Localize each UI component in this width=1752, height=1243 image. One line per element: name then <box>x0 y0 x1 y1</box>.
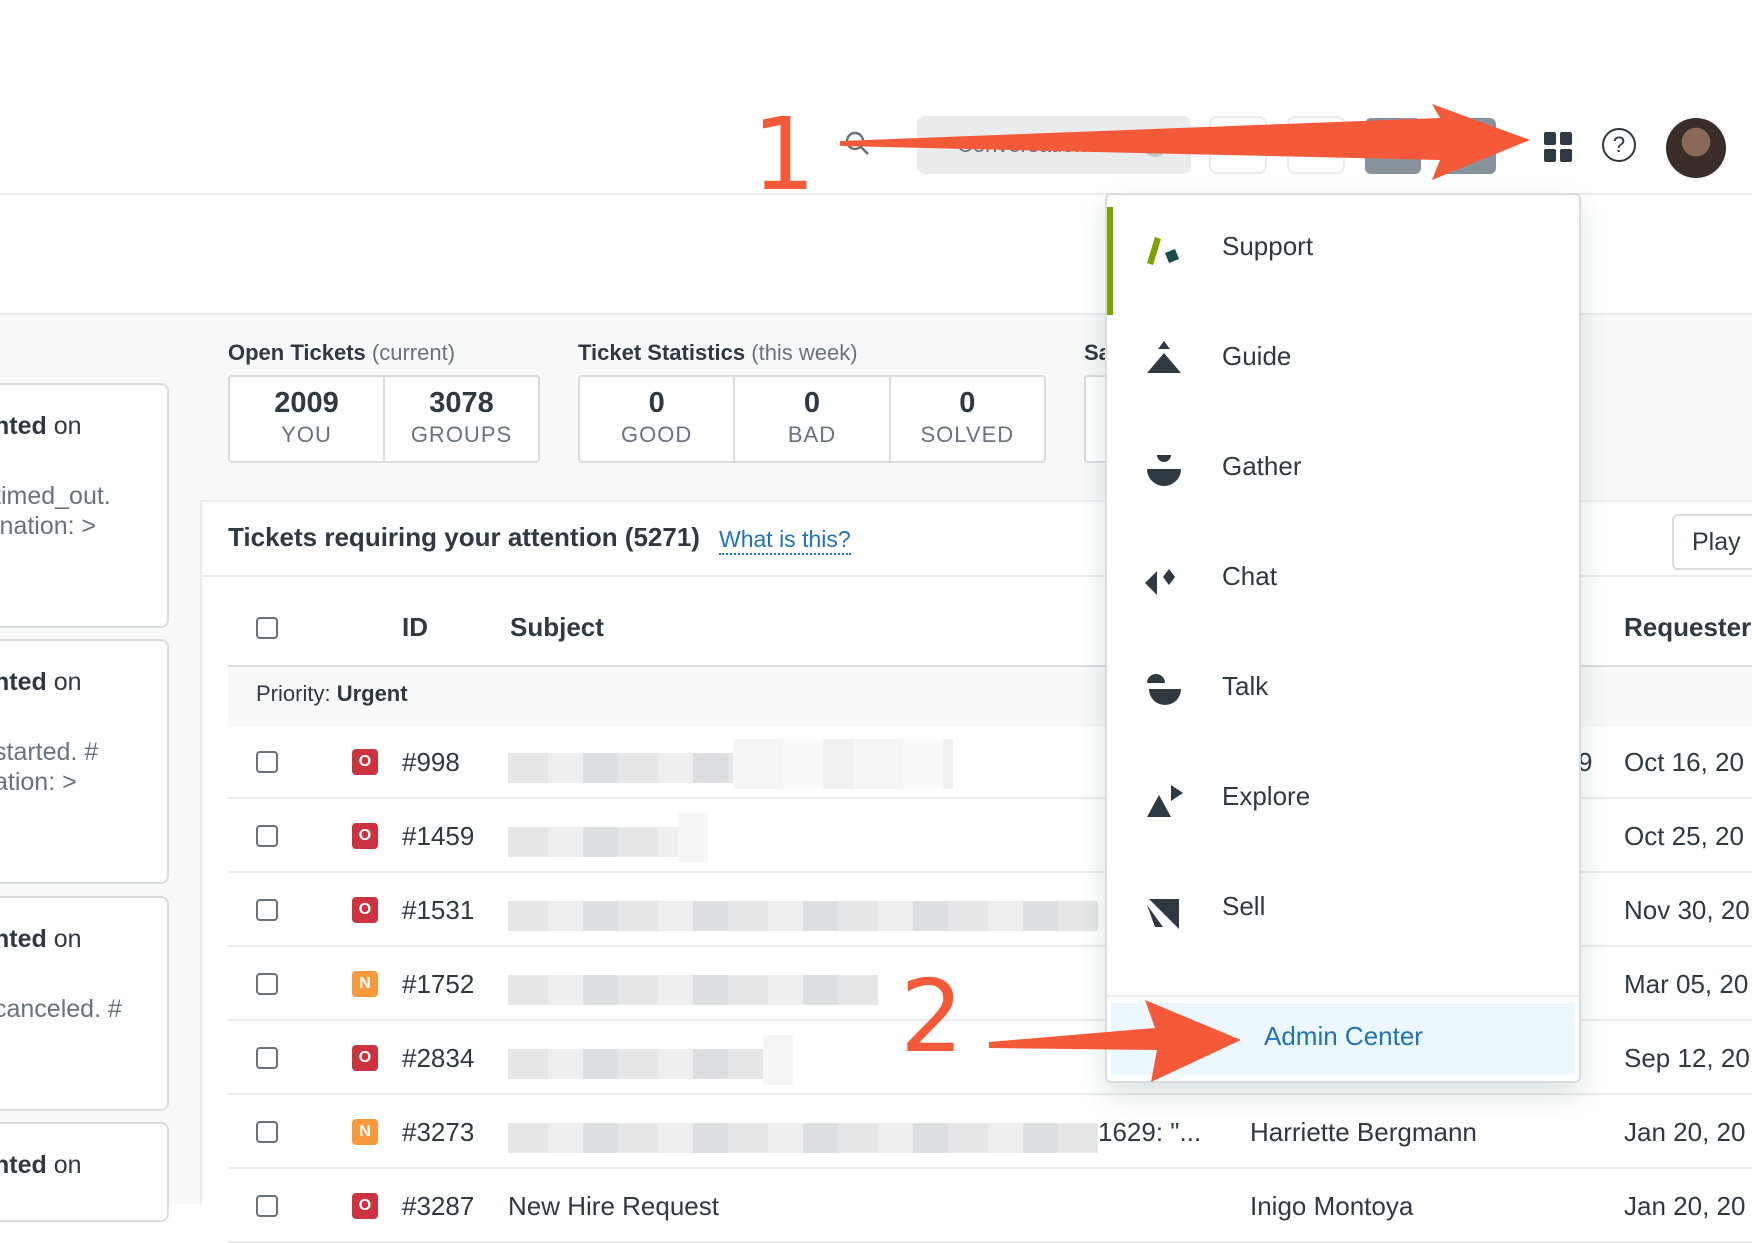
redacted-subject <box>508 901 1098 931</box>
row-checkbox[interactable] <box>256 1121 278 1143</box>
stat-good[interactable]: 0 GOOD <box>580 377 736 461</box>
ticket-statistics-title: Ticket Statistics (this week) <box>578 340 858 365</box>
ticket-extra: 1629: "... <box>1098 1117 1202 1147</box>
attention-title: Tickets requiring your attention (5271) <box>228 522 700 552</box>
product-tray-icon[interactable] <box>1544 132 1574 162</box>
explore-icon <box>1147 785 1183 817</box>
ticket-requester[interactable]: Inigo Montoya <box>1250 1191 1413 1222</box>
status-badge: O <box>352 1193 378 1219</box>
ticket-id[interactable]: #1531 <box>402 895 474 926</box>
open-tickets-title: Open Tickets (current) <box>228 340 456 365</box>
menu-item-sell[interactable]: Sell <box>1107 855 1579 965</box>
annotation-arrow-1 <box>840 104 1530 180</box>
ticket-date: Jan 20, 20 <box>1624 1191 1746 1221</box>
activity-card[interactable]: nted on canceled. # <box>0 896 169 1111</box>
annotation-step-2: 2 <box>900 958 964 1075</box>
menu-item-guide[interactable]: Guide <box>1107 305 1579 415</box>
ticket-date: Oct 25, 20 <box>1624 821 1744 851</box>
avatar[interactable] <box>1666 118 1726 178</box>
ticket-statistics-box: 0 GOOD 0 BAD 0 SOLVED <box>578 375 1046 463</box>
open-tickets-box: 2009 YOU 3078 GROUPS <box>228 375 540 463</box>
annotation-step-1: 1 <box>752 96 816 213</box>
menu-item-talk[interactable]: Talk <box>1107 635 1579 745</box>
redacted-subject <box>508 827 678 857</box>
ticket-requester[interactable]: Harriette Bergmann <box>1250 1117 1477 1148</box>
redacted-subject <box>508 753 733 783</box>
row-divider <box>228 1093 1752 1095</box>
row-divider <box>228 1167 1752 1169</box>
status-badge: O <box>352 1045 378 1071</box>
support-icon <box>1147 237 1179 265</box>
help-icon[interactable]: ? <box>1602 128 1636 162</box>
status-badge: O <box>352 749 378 775</box>
ticket-subject[interactable]: New Hire Request <box>508 1191 719 1222</box>
redacted-subject <box>508 1123 1098 1153</box>
redacted-subject <box>733 739 953 789</box>
ticket-id[interactable]: #998 <box>402 747 460 778</box>
row-checkbox[interactable] <box>256 1195 278 1217</box>
activity-card[interactable]: nted on timed_out. ination: > <box>0 383 169 628</box>
talk-icon <box>1147 674 1181 705</box>
status-badge: O <box>352 897 378 923</box>
priority-group-label: Priority: Urgent <box>256 681 408 706</box>
ticket-date: Oct 16, 20 <box>1624 747 1744 777</box>
product-menu: Support Guide Gather Chat Talk Explore S… <box>1105 193 1581 1083</box>
ticket-date: Nov 30, 20 <box>1624 895 1750 925</box>
ticket-id[interactable]: #2834 <box>402 1043 474 1074</box>
stat-you[interactable]: 2009 YOU <box>230 377 385 461</box>
column-header-subject[interactable]: Subject <box>510 612 604 643</box>
redacted-subject <box>508 1049 763 1079</box>
play-button[interactable]: Play <box>1672 514 1752 570</box>
ticket-id[interactable]: #1752 <box>402 969 474 1000</box>
guide-icon <box>1147 341 1181 373</box>
annotation-arrow-2 <box>989 1000 1241 1082</box>
redacted-subject <box>678 813 708 863</box>
ticket-date: Jan 20, 20 <box>1624 1117 1746 1147</box>
stat-solved[interactable]: 0 SOLVED <box>891 377 1044 461</box>
status-badge: O <box>352 823 378 849</box>
what-is-this-link[interactable]: What is this? <box>719 526 851 555</box>
redacted-subject <box>763 1035 793 1085</box>
row-checkbox[interactable] <box>256 825 278 847</box>
column-header-requester[interactable]: Requester <box>1624 612 1751 643</box>
menu-item-support[interactable]: Support <box>1107 195 1579 315</box>
ticket-date: Sep 12, 20 <box>1624 1043 1750 1073</box>
row-checkbox[interactable] <box>256 899 278 921</box>
ticket-id[interactable]: #3287 <box>402 1191 474 1222</box>
gather-icon <box>1147 455 1181 486</box>
activity-card[interactable]: nted on <box>0 1122 169 1222</box>
stat-groups[interactable]: 3078 GROUPS <box>385 377 538 461</box>
menu-item-explore[interactable]: Explore <box>1107 745 1579 855</box>
redacted-subject <box>508 975 878 1005</box>
select-all-checkbox[interactable] <box>256 617 278 639</box>
row-checkbox[interactable] <box>256 751 278 773</box>
menu-item-chat[interactable]: Chat <box>1107 525 1579 635</box>
row-checkbox[interactable] <box>256 973 278 995</box>
row-checkbox[interactable] <box>256 1047 278 1069</box>
menu-item-gather[interactable]: Gather <box>1107 415 1579 525</box>
sell-icon <box>1147 899 1179 929</box>
ticket-date: Mar 05, 20 <box>1624 969 1749 999</box>
ticket-id[interactable]: #3273 <box>402 1117 474 1148</box>
column-header-id[interactable]: ID <box>402 612 428 643</box>
chat-icon <box>1145 569 1175 595</box>
status-badge: N <box>352 971 378 997</box>
activity-card[interactable]: nted on started. # ation: > <box>0 639 169 884</box>
status-badge: N <box>352 1119 378 1145</box>
stat-bad[interactable]: 0 BAD <box>735 377 891 461</box>
ticket-id[interactable]: #1459 <box>402 821 474 852</box>
